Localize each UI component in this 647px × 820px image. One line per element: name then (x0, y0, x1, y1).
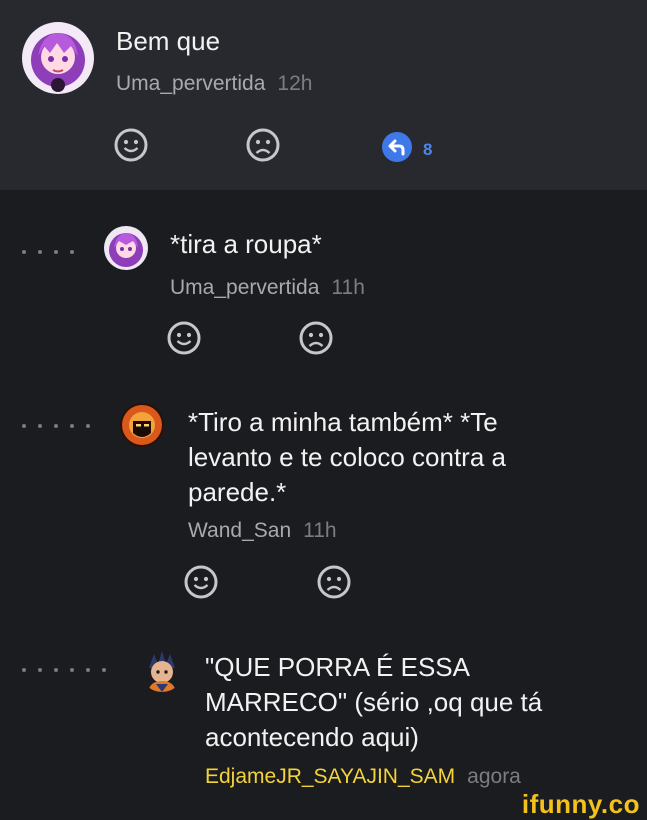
comment-line: MARRECO" (sério ,oq que tá (205, 687, 543, 717)
comment-text: *tira a roupa* (170, 229, 322, 259)
comment-text: "QUE PORRA É ESSA MARRECO" (sério ,oq qu… (205, 650, 635, 755)
username[interactable]: Wand_San (188, 519, 291, 542)
comment-text: *Tiro a minha também* *Te levanto e te c… (188, 405, 628, 510)
smiley-face-icon[interactable] (166, 320, 202, 361)
username[interactable]: Uma_pervertida (170, 276, 319, 299)
timestamp: 11h (331, 276, 365, 299)
reply-count: 8 (423, 139, 433, 159)
comment-line: parede.* (188, 477, 287, 507)
comment-line: acontecendo aqui) (205, 722, 419, 752)
comment-meta: Uma_pervertida 12h (116, 72, 312, 96)
avatar[interactable] (22, 22, 94, 94)
comment-line: "QUE PORRA É ESSA (205, 652, 470, 682)
comment-meta: EdjameJR_SAYAJIN_SAM agora (205, 765, 521, 789)
timestamp: agora (467, 765, 521, 788)
comment-text: Bem que (116, 26, 221, 56)
sad-face-icon[interactable] (316, 564, 352, 605)
avatar[interactable] (120, 403, 164, 447)
top-comment-panel (0, 0, 647, 190)
reply-arrow-icon (381, 131, 413, 168)
smiley-face-icon[interactable] (183, 564, 219, 605)
timestamp: 12h (277, 72, 313, 95)
thread-dots-icon (22, 424, 90, 428)
thread-dots-icon (22, 668, 106, 672)
thread-dots-icon (22, 250, 74, 254)
username[interactable]: EdjameJR_SAYAJIN_SAM (205, 765, 455, 788)
comment-meta: Uma_pervertida 11h (170, 276, 365, 300)
comment-line: levanto e te coloco contra a (188, 442, 506, 472)
username[interactable]: Uma_pervertida (116, 72, 265, 95)
reply-button[interactable]: 8 (381, 131, 432, 168)
ifunny-watermark: ifunny.co (521, 789, 640, 819)
avatar[interactable] (140, 648, 184, 692)
comment-meta: Wand_San 11h (188, 519, 337, 543)
sad-face-icon[interactable] (245, 127, 281, 168)
comment-line: *Tiro a minha também* *Te (188, 407, 498, 437)
avatar[interactable] (104, 226, 148, 270)
sad-face-icon[interactable] (298, 320, 334, 361)
smiley-face-icon[interactable] (113, 127, 149, 168)
timestamp: 11h (303, 519, 337, 542)
